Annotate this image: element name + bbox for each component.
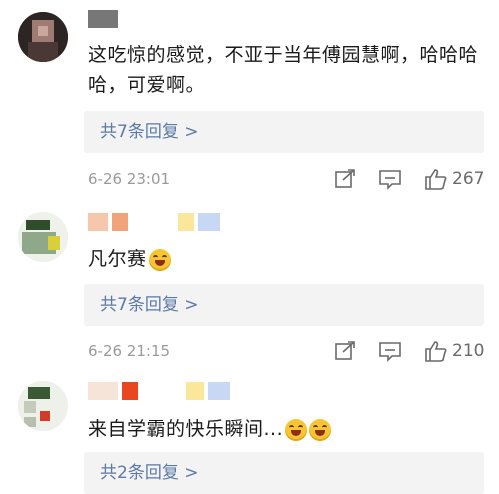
view-replies-label: 共7条回复 > xyxy=(100,122,199,142)
timestamp: 6-26 23:01 xyxy=(88,170,171,188)
comment-button[interactable] xyxy=(378,339,402,363)
view-replies-link[interactable]: 共2条回复 > xyxy=(84,452,484,494)
comment-text: 凡尔赛 xyxy=(88,244,488,274)
laughing-emoji-icon xyxy=(148,248,171,271)
username-redacted[interactable] xyxy=(88,211,220,233)
view-replies-label: 共7条回复 > xyxy=(100,295,199,315)
like-button[interactable]: 210 xyxy=(424,339,484,363)
avatar-image xyxy=(18,12,68,62)
comment-text: 来自学霸的快乐瞬间... xyxy=(88,414,488,444)
username-redacted[interactable] xyxy=(88,8,118,30)
comment-button[interactable] xyxy=(378,167,402,191)
avatar-image xyxy=(18,212,68,262)
username-redacted[interactable] xyxy=(88,380,230,402)
comment-meta: 6-26 23:01 267 xyxy=(88,167,488,191)
view-replies-link[interactable]: 共7条回复 > xyxy=(84,111,484,153)
comment-text-content: 来自学霸的快乐瞬间... xyxy=(88,418,284,440)
view-replies-label: 共2条回复 > xyxy=(100,463,199,483)
share-icon xyxy=(335,341,355,360)
share-button[interactable] xyxy=(334,339,356,363)
avatar[interactable] xyxy=(18,212,68,262)
avatar-image xyxy=(18,381,68,431)
share-button[interactable] xyxy=(334,167,356,191)
comment-meta: 6-26 21:15 210 xyxy=(88,339,488,363)
comment-icon xyxy=(379,170,401,190)
laughing-emoji-icon xyxy=(309,418,332,441)
thumbs-up-icon xyxy=(425,341,447,362)
comment-text: 这吃惊的感觉，不亚于当年傅园慧啊，哈哈哈哈，可爱啊。 xyxy=(88,44,479,96)
thumbs-up-icon xyxy=(425,169,447,190)
avatar[interactable] xyxy=(18,12,68,62)
like-count: 267 xyxy=(452,169,485,189)
comment-icon xyxy=(379,342,401,362)
like-button[interactable]: 267 xyxy=(424,167,484,191)
timestamp: 6-26 21:15 xyxy=(88,342,171,360)
laughing-emoji-icon xyxy=(285,418,308,441)
avatar[interactable] xyxy=(18,381,68,431)
share-icon xyxy=(335,169,355,188)
view-replies-link[interactable]: 共7条回复 > xyxy=(84,284,484,326)
like-count: 210 xyxy=(452,341,485,361)
comment-text-content: 凡尔赛 xyxy=(88,248,147,270)
